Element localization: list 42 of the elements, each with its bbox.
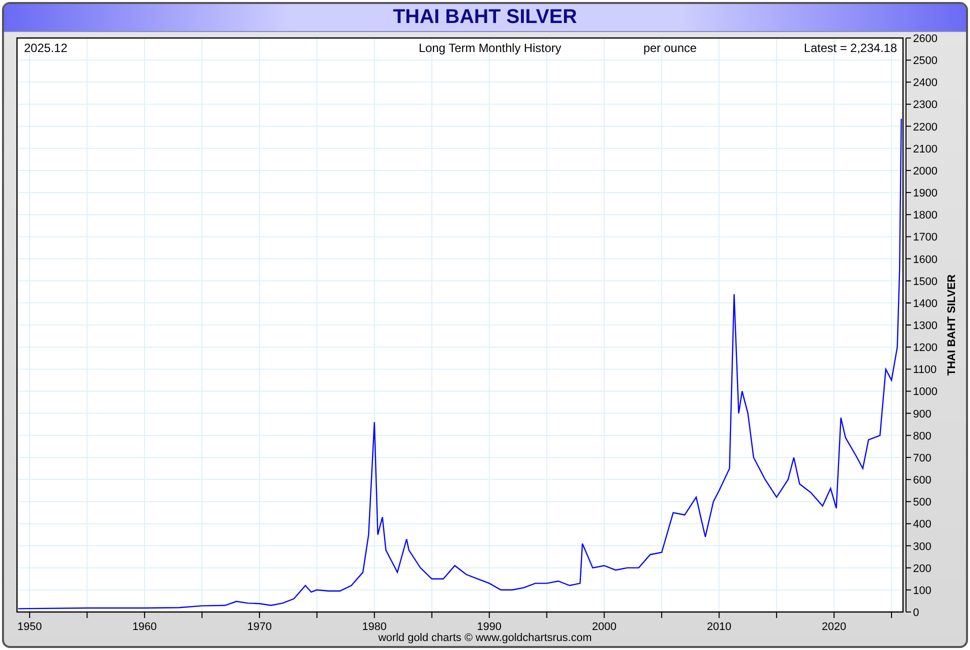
y-tick-label: 1200 [913, 342, 938, 354]
y-tick-label: 2100 [913, 143, 938, 156]
y-tick-label: 1600 [913, 254, 938, 266]
chart-subtitle: Long Term Monthly History [418, 41, 562, 55]
x-tick-label: 1960 [132, 621, 157, 632]
y-tick-label: 2400 [913, 77, 938, 90]
credit-text: world gold charts © www.goldchartsrus.com [378, 632, 592, 644]
y-tick-label: 1300 [913, 320, 938, 332]
latest-price-label: Latest = 2,234.18 [804, 41, 897, 55]
x-tick-label: 1980 [362, 621, 387, 632]
y-tick-label: 900 [913, 408, 932, 420]
y-tick-label: 1800 [913, 210, 938, 222]
y-tick-label: 1100 [913, 364, 937, 376]
y-tick-label: 100 [913, 584, 932, 597]
date-label: 2025.12 [24, 41, 68, 55]
x-tick-label: 2010 [706, 621, 732, 632]
y-tick-label: 1500 [913, 276, 938, 288]
chart-title: THAI BAHT SILVER [392, 6, 578, 29]
y-tick-label: 700 [913, 452, 932, 464]
y-tick-label: 1700 [913, 232, 938, 244]
x-tick-label: 1990 [477, 621, 502, 632]
y-tick-label: 400 [913, 518, 932, 531]
y-tick-label: 300 [913, 540, 932, 553]
y-tick-label: 2600 [913, 33, 938, 45]
y-tick-label: 600 [913, 474, 932, 487]
x-tick-label: 1970 [247, 621, 272, 632]
y-axis-title: THAI BAHT SILVER [946, 274, 958, 376]
x-tick-label: 1950 [17, 621, 42, 632]
y-tick-label: 1000 [913, 386, 938, 398]
y-tick-label: 500 [913, 496, 932, 509]
y-tick-label: 2000 [913, 165, 938, 178]
y-tick-label: 800 [913, 430, 932, 442]
unit-label: per ounce [643, 41, 697, 55]
x-tick-label: 2020 [822, 621, 846, 632]
x-tick-label: 2000 [592, 621, 616, 632]
y-tick-label: 2300 [913, 99, 938, 112]
y-tick-label: 1400 [913, 298, 938, 310]
y-tick-label: 1900 [913, 188, 938, 200]
y-tick-label: 200 [913, 562, 932, 575]
y-tick-label: 2500 [913, 55, 938, 68]
y-tick-label: 0 [913, 607, 920, 619]
y-tick-label: 2200 [913, 121, 938, 134]
